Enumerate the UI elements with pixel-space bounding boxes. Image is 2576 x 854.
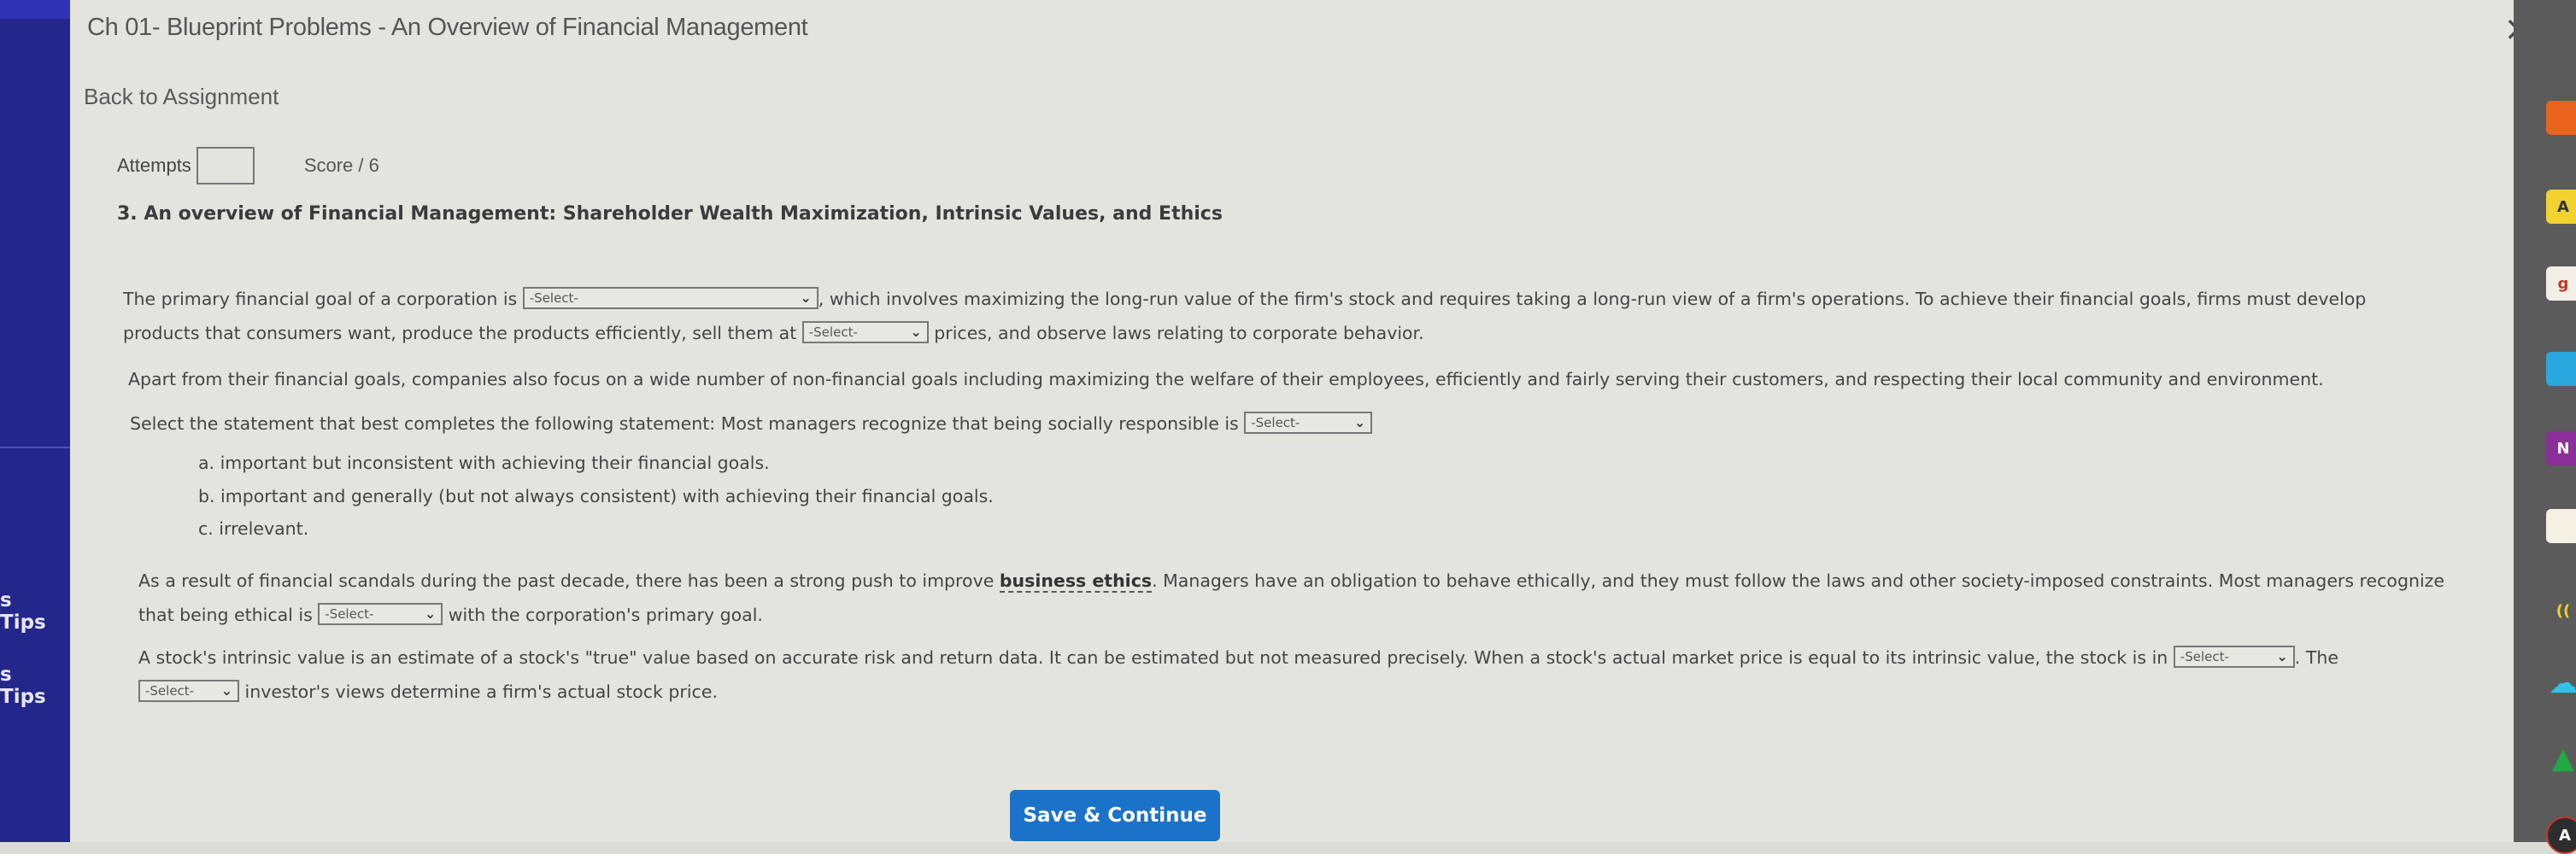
select-value: -Select- [529,290,578,306]
score-label: Score / 6 [303,155,379,176]
p5-text-b: . The [2294,647,2338,668]
option-b: b. important and generally (but not alwa… [198,486,994,506]
modal-title: Ch 01- Blueprint Problems - An Overview … [87,14,808,41]
app-icon-bottom[interactable]: A [2546,816,2576,854]
primary-goal-select[interactable]: -Select- ⌄ [522,287,819,309]
social-responsibility-select[interactable]: -Select- ⌄ [1244,412,1373,434]
app-icon-book[interactable] [2546,352,2576,386]
ethical-select[interactable]: -Select- ⌄ [318,603,443,625]
business-ethics-term[interactable]: business ethics [999,570,1153,593]
attempts-label: Attempts [117,155,191,176]
app-icon-note[interactable] [2546,509,2576,543]
sidebar-tips-link-1[interactable]: s Tips [0,589,60,634]
p1-text-c: products that consumers want, produce th… [123,323,802,343]
p1-text-d: prices, and observe laws relating to cor… [928,323,1424,343]
option-c: c. irrelevant. [198,518,309,539]
p4-text-a: As a result of financial scandals during… [138,570,1000,591]
select-value: -Select- [325,606,374,622]
paragraph-intrinsic-value: A stock's intrinsic value is an estimate… [138,640,2514,709]
p1-text-a: The primary financial goal of a corporat… [123,289,523,309]
assignment-modal: Ch 01- Blueprint Problems - An Overview … [70,0,2532,842]
question-title: 3. An overview of Financial Management: … [117,203,1223,225]
chevron-down-icon: ⌄ [1353,414,1366,430]
select-value: -Select- [1251,415,1300,430]
equilibrium-select[interactable]: -Select- ⌄ [2173,646,2295,668]
option-a: a. important but inconsistent with achie… [198,453,770,473]
attempts-box [196,147,255,184]
app-icon-1[interactable] [2546,101,2576,135]
select-value: -Select- [145,683,195,699]
p5-text-c: investor's views determine a firm's actu… [239,681,718,702]
p1-text-b: , which involves maximizing the long-run… [818,289,2367,309]
right-taskbar: A g N (( ☁ ▲ A [2514,0,2576,854]
prices-select[interactable]: -Select- ⌄ [801,321,929,343]
paragraph-primary-goal: The primary financial goal of a corporat… [123,282,2515,350]
back-to-assignment-link[interactable]: Back to Assignment [84,84,279,110]
paragraph-social-responsibility: Select the statement that best completes… [130,407,2522,441]
p5-text-a: A stock's intrinsic value is an estimate… [138,647,2174,668]
chevron-down-icon: ⌄ [910,324,922,340]
p4-text-b: . Managers have an obligation to behave … [1152,570,2445,591]
save-continue-button[interactable]: Save & Continue [1010,790,1220,841]
investor-select[interactable]: -Select- ⌄ [138,680,239,702]
onedrive-icon[interactable]: ☁ [2546,666,2576,700]
paragraph-non-financial-goals: Apart from their financial goals, compan… [128,369,2324,389]
google-drive-icon[interactable]: ▲ [2546,741,2576,775]
chevron-down-icon: ⌄ [424,605,437,622]
onenote-icon[interactable]: N [2546,431,2576,465]
app-icon-a[interactable]: A [2546,190,2576,224]
sidebar-tips-link-2[interactable]: s Tips [0,664,60,708]
chevron-down-icon: ⌄ [800,290,812,306]
chevron-down-icon: ⌄ [220,682,232,699]
p3-text: Select the statement that best completes… [130,413,1245,434]
chevron-down-icon: ⌄ [2276,648,2288,664]
select-value: -Select- [2180,649,2229,664]
paragraph-business-ethics: As a result of financial scandals during… [138,564,2514,632]
p4-text-d: with the corporation's primary goal. [443,605,763,625]
select-value: -Select- [808,325,858,340]
wireless-icon[interactable]: (( [2546,594,2576,628]
attempts-score-row: Attempts Score / 6 [117,147,379,184]
app-icon-office[interactable]: g [2546,266,2576,301]
p4-text-c: that being ethical is [138,605,319,625]
